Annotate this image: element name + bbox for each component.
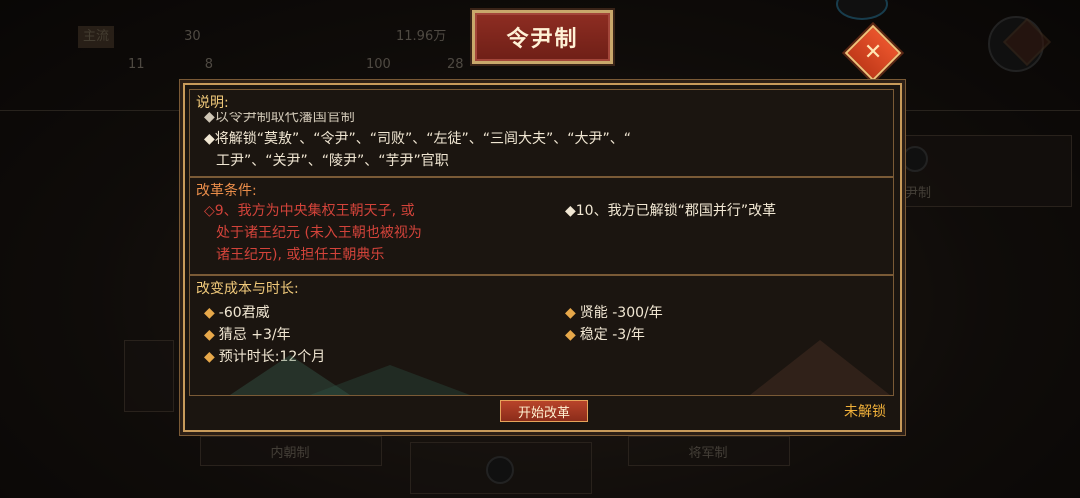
description-line: ◆将解锁“莫敖”、“令尹”、“司败”、“左徒”、“三闾大夫”、“大尹”、“: [204, 131, 632, 147]
start-reform-button[interactable]: 开始改革: [500, 400, 588, 422]
cost-item-text: -60君威: [218, 305, 270, 321]
conditions-section[interactable]: 改革条件: ◇9、我方为中央集权王朝天子, 或 处于诸王纪元 (未入王朝也被视为…: [189, 177, 894, 275]
condition-unmet-line: 诸王纪元), 或担任王朝典乐: [216, 247, 385, 263]
condition-unmet-line: ◇9、我方为中央集权王朝天子, 或: [204, 203, 415, 219]
reform-dialog: 说明: ◆以令尹制取代藩国官制 ◆将解锁“莫敖”、“令尹”、“司败”、“左徒”、…: [183, 83, 902, 432]
description-heading: 说明:: [196, 95, 229, 111]
cost-item-text: 猜忌 +3/年: [218, 327, 291, 343]
diamond-icon: ◆: [565, 305, 576, 321]
diamond-icon: ◆: [565, 327, 576, 343]
locked-status: 未解锁: [844, 404, 886, 420]
cost-item: ◆ 猜忌 +3/年: [204, 324, 291, 344]
diamond-icon: ◆: [204, 349, 215, 365]
cost-item-text: 稳定 -3/年: [579, 327, 645, 343]
condition-met-line: ◆10、我方已解锁“郡国并行”改革: [565, 203, 777, 219]
description-line: 工尹”、“关尹”、“陵尹”、“芋尹”官职: [216, 153, 449, 169]
cost-item: ◆ 稳定 -3/年: [565, 324, 645, 344]
mountain-decoration: [310, 365, 470, 395]
cost-section: 改变成本与时长: ◆ -60君威 ◆ 贤能 -300/年 ◆ 猜忌 +3/年 ◆ 稳定 …: [189, 275, 894, 396]
dialog-title: 令尹制: [472, 10, 613, 64]
close-icon: ✕: [863, 40, 883, 65]
description-section[interactable]: 说明: ◆以令尹制取代藩国官制 ◆将解锁“莫敖”、“令尹”、“司败”、“左徒”、…: [189, 89, 894, 177]
cost-item: ◆ 贤能 -300/年: [565, 302, 663, 322]
cost-item-text: 贤能 -300/年: [579, 305, 663, 321]
diamond-icon: ◆: [204, 305, 215, 321]
conditions-heading: 改革条件:: [196, 183, 257, 199]
condition-unmet-line: 处于诸王纪元 (未入王朝也被视为: [216, 225, 422, 241]
cost-heading: 改变成本与时长:: [196, 281, 299, 297]
palace-decoration: [750, 340, 890, 395]
cost-item: ◆ -60君威: [204, 302, 270, 322]
dialog-footer: 开始改革 未解锁: [189, 396, 892, 424]
diamond-icon: ◆: [204, 327, 215, 343]
